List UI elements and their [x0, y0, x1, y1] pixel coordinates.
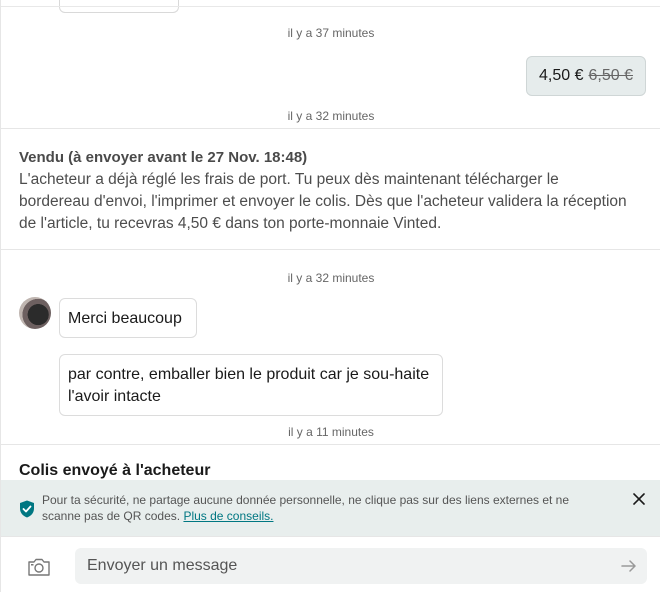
timestamp: il y a 37 minutes [287, 26, 375, 40]
safety-tips-link[interactable]: Plus de conseils. [183, 509, 273, 523]
safety-banner-text: Pour ta sécurité, ne partage aucune donn… [42, 492, 602, 524]
old-price: 6,50 € [588, 67, 633, 84]
divider [1, 6, 660, 7]
message-composer [1, 536, 660, 592]
safety-banner-message: Pour ta sécurité, ne partage aucune donn… [42, 493, 570, 523]
message-text: Merci beaucoup [68, 310, 182, 327]
camera-icon[interactable] [27, 557, 51, 577]
timestamp: il y a 11 minutes [288, 425, 374, 439]
divider [1, 444, 660, 445]
timestamp: il y a 32 minutes [287, 271, 375, 285]
new-price: 4,50 € [539, 67, 584, 84]
safety-banner: Pour ta sécurité, ne partage aucune donn… [1, 480, 660, 536]
price-offer-bubble: 4,50 € 6,50 € [526, 56, 646, 96]
send-arrow-icon[interactable] [621, 559, 637, 573]
close-icon[interactable] [632, 492, 646, 506]
message-input[interactable] [75, 548, 647, 584]
conversation-panel: il y a 37 minutes 4,50 € 6,50 € il y a 3… [0, 0, 660, 592]
divider [1, 128, 660, 129]
sold-status-title: Vendu (à envoyer avant le 27 Nov. 18:48) [19, 149, 308, 166]
timestamp: il y a 32 minutes [287, 109, 375, 123]
avatar[interactable] [19, 297, 51, 329]
sold-status-block: Vendu (à envoyer avant le 27 Nov. 18:48)… [19, 147, 629, 235]
shield-check-icon [20, 500, 34, 518]
sold-status-text: L'acheteur a déjà réglé les frais de por… [19, 171, 627, 232]
divider [1, 249, 660, 250]
message-text: par contre, emballer bien le produit car… [68, 366, 430, 405]
shipped-status-title: Colis envoyé à l'acheteur [19, 462, 211, 479]
message-bubble: Merci beaucoup [59, 298, 197, 338]
message-bubble: par contre, emballer bien le produit car… [59, 354, 443, 416]
